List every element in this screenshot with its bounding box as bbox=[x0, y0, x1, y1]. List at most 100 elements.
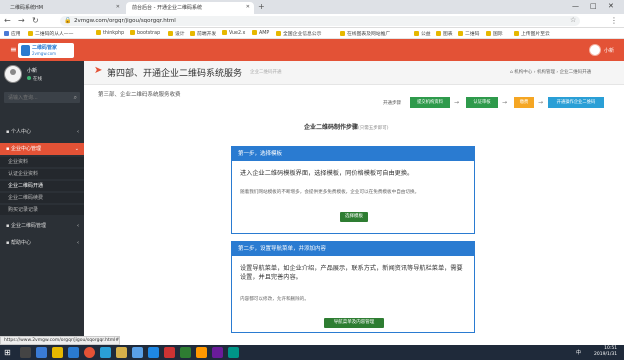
qr-logo-icon bbox=[21, 45, 30, 56]
avatar[interactable] bbox=[589, 44, 601, 56]
taskbar-app-icon[interactable] bbox=[196, 347, 207, 358]
url-input[interactable]: 2vmgw.com/orgqr/jigou/sqorgqr.html bbox=[60, 16, 580, 26]
bookmark-item[interactable]: thinkphp bbox=[96, 30, 124, 36]
close-window-icon[interactable]: ✕ bbox=[608, 2, 614, 10]
flow-title: 企业二维码制作步骤(只需五步即可) bbox=[304, 124, 389, 131]
close-icon[interactable]: ✕ bbox=[116, 4, 120, 10]
taskbar-app-icon[interactable] bbox=[164, 347, 175, 358]
card-header: 第二步，设置导航菜单，并添加内容 bbox=[232, 242, 474, 256]
sidebar-item-qrcode[interactable]: ▪ 企业二维码管理 ‹ bbox=[0, 220, 84, 232]
step-submit[interactable]: 提交机构资料 bbox=[410, 97, 450, 108]
chevron-left-icon: ‹ bbox=[77, 129, 79, 135]
folder-icon bbox=[340, 31, 345, 36]
card-header: 第一步，选择模板 bbox=[232, 147, 474, 161]
taskbar-app-icon[interactable] bbox=[212, 347, 223, 358]
sidebar-subitem[interactable]: 购买记录记录 bbox=[0, 205, 84, 215]
bookmark-item[interactable]: bootstrap bbox=[130, 30, 160, 36]
sidebar-subitem[interactable]: 企业资料 bbox=[0, 157, 84, 167]
arrow-right-icon: → bbox=[538, 99, 544, 106]
bookmark-item[interactable]: 全国企业信息公示 bbox=[276, 30, 321, 37]
taskbar-app-icon[interactable] bbox=[116, 347, 127, 358]
star-icon[interactable]: ☆ bbox=[570, 16, 576, 24]
folder-icon bbox=[252, 30, 257, 35]
header-user-name[interactable]: 小新 bbox=[604, 47, 614, 54]
folder-icon bbox=[514, 31, 519, 36]
search-input[interactable] bbox=[4, 92, 68, 103]
folder-icon bbox=[436, 31, 441, 36]
hamburger-icon[interactable]: ≡ bbox=[10, 45, 17, 54]
bookmark-item[interactable]: 设计 bbox=[168, 30, 185, 37]
app-header bbox=[0, 39, 624, 61]
breadcrumb-item[interactable]: 机构中心 bbox=[514, 70, 532, 75]
card-text: 设置导航菜单，如企业介绍，产品展示，联系方式，新闻资讯等导航栏菜单，需要设置，并… bbox=[240, 265, 463, 281]
input-language[interactable]: 中 bbox=[576, 349, 581, 356]
windows-start-icon[interactable]: ⊞ bbox=[4, 348, 11, 357]
bookmark-item[interactable]: 公益 bbox=[414, 30, 431, 37]
minimize-icon[interactable]: — bbox=[572, 2, 579, 10]
sidebar-item-personal[interactable]: ▪ 个人中心 ‹ bbox=[0, 126, 84, 138]
bookmark-item[interactable]: 国际 bbox=[486, 30, 503, 37]
card-note: 内容都可以修改，允许和删除的。 bbox=[240, 297, 309, 302]
folder-icon bbox=[222, 30, 227, 35]
arrow-right-icon: → bbox=[454, 99, 460, 106]
online-dot-icon bbox=[27, 76, 31, 80]
taskbar-app-icon[interactable] bbox=[68, 347, 79, 358]
taskbar-app-icon[interactable] bbox=[36, 347, 47, 358]
bookmark-item[interactable]: Vue2.x bbox=[222, 30, 245, 36]
sidebar-subitem[interactable]: 认证企业资料 bbox=[0, 169, 84, 179]
chrome-icon[interactable] bbox=[84, 347, 95, 358]
bookmark-item[interactable]: 图表 bbox=[436, 30, 453, 37]
site-logo[interactable]: 二维码管家 2vmgw.com bbox=[18, 43, 74, 58]
back-icon[interactable]: ← bbox=[4, 16, 11, 25]
sidebar-subitem-active[interactable]: 企业二维码开通 bbox=[0, 181, 84, 191]
sidebar-user-name: 小新 bbox=[27, 68, 38, 74]
steps-label: 开通步骤 bbox=[383, 101, 401, 106]
sidebar-subitem[interactable]: 企业二维码续费 bbox=[0, 193, 84, 203]
nav-content-manage-button[interactable]: 导航菜单及内容管理 bbox=[324, 318, 384, 328]
search-icon[interactable]: ⌕ bbox=[74, 94, 77, 102]
system-clock[interactable]: 10:51 2019/1/31 bbox=[594, 346, 617, 358]
step-open[interactable]: 开通操作企业二维码 bbox=[548, 97, 604, 108]
plus-icon[interactable]: + bbox=[258, 2, 265, 11]
more-menu-icon[interactable]: ⋮ bbox=[610, 16, 618, 25]
bookmark-item[interactable]: 前端开发 bbox=[190, 30, 216, 37]
step-review[interactable]: 认证审核 bbox=[466, 97, 498, 108]
sidebar-item-enterprise[interactable]: ▪ 企业中心管理 ⌄ bbox=[0, 143, 84, 155]
taskbar-app-icon[interactable] bbox=[132, 347, 143, 358]
breadcrumb-item[interactable]: 机构管理 bbox=[537, 70, 555, 75]
maximize-icon[interactable]: □ bbox=[590, 2, 597, 10]
taskbar-app-icon[interactable] bbox=[100, 347, 111, 358]
taskbar-app-icon[interactable] bbox=[228, 347, 239, 358]
taskbar-app-icon[interactable] bbox=[20, 347, 31, 358]
bookmark-item[interactable]: AMP bbox=[252, 30, 269, 36]
breadcrumb-item: 企业二维码开通 bbox=[559, 70, 592, 75]
browser-tab[interactable]: 二维码系统HM ✕ bbox=[4, 2, 124, 14]
forward-icon[interactable]: → bbox=[18, 16, 25, 25]
close-icon[interactable]: ✕ bbox=[246, 4, 250, 10]
lock-icon: 🔒 bbox=[64, 17, 72, 24]
browser-tab-active[interactable]: 前台后台 - 开通企业二维码系统 ✕ bbox=[126, 2, 254, 14]
step-pay[interactable]: 缴费 bbox=[514, 97, 534, 108]
bookmark-item[interactable]: 二维码的从人—— bbox=[28, 30, 73, 37]
apps-icon bbox=[4, 31, 9, 36]
browser-tabbar: 二维码系统HM ✕ 前台后台 - 开通企业二维码系统 ✕ + — □ ✕ bbox=[0, 0, 624, 14]
taskbar-app-icon[interactable] bbox=[180, 347, 191, 358]
sidebar-item-help[interactable]: ▪ 帮助中心 ‹ bbox=[0, 237, 84, 249]
bookmark-item[interactable]: 二维码 bbox=[458, 30, 479, 37]
bookmark-item[interactable]: 上传图片至云 bbox=[514, 30, 550, 37]
bookmark-item[interactable]: 应用 bbox=[4, 30, 21, 37]
paper-plane-icon: ➤ bbox=[94, 65, 103, 76]
folder-icon bbox=[96, 30, 101, 35]
bookmark-item[interactable]: 在线图表及网站推广 bbox=[340, 30, 390, 37]
folder-icon bbox=[458, 31, 463, 36]
folder-icon bbox=[486, 31, 491, 36]
card-note: 随着我们网站模板的不断增多，会提供更多免费模板，企业可以在免费模板中自由切换。 bbox=[240, 190, 420, 195]
folder-icon[interactable] bbox=[52, 347, 63, 358]
reload-icon[interactable]: ↻ bbox=[32, 16, 39, 25]
step-card-1: 第一步，选择模板 进入企业二维码模板界面，选择模板，同价格模板可自由更换。 随着… bbox=[231, 146, 475, 234]
address-bar: ← → ↻ 2vmgw.com/orgqr/jigou/sqorgqr.html… bbox=[0, 14, 624, 28]
choose-template-button[interactable]: 选择模板 bbox=[340, 212, 368, 222]
folder-icon bbox=[28, 31, 33, 36]
taskbar-app-icon[interactable] bbox=[148, 347, 159, 358]
sidebar-search: ⌕ bbox=[4, 92, 80, 103]
